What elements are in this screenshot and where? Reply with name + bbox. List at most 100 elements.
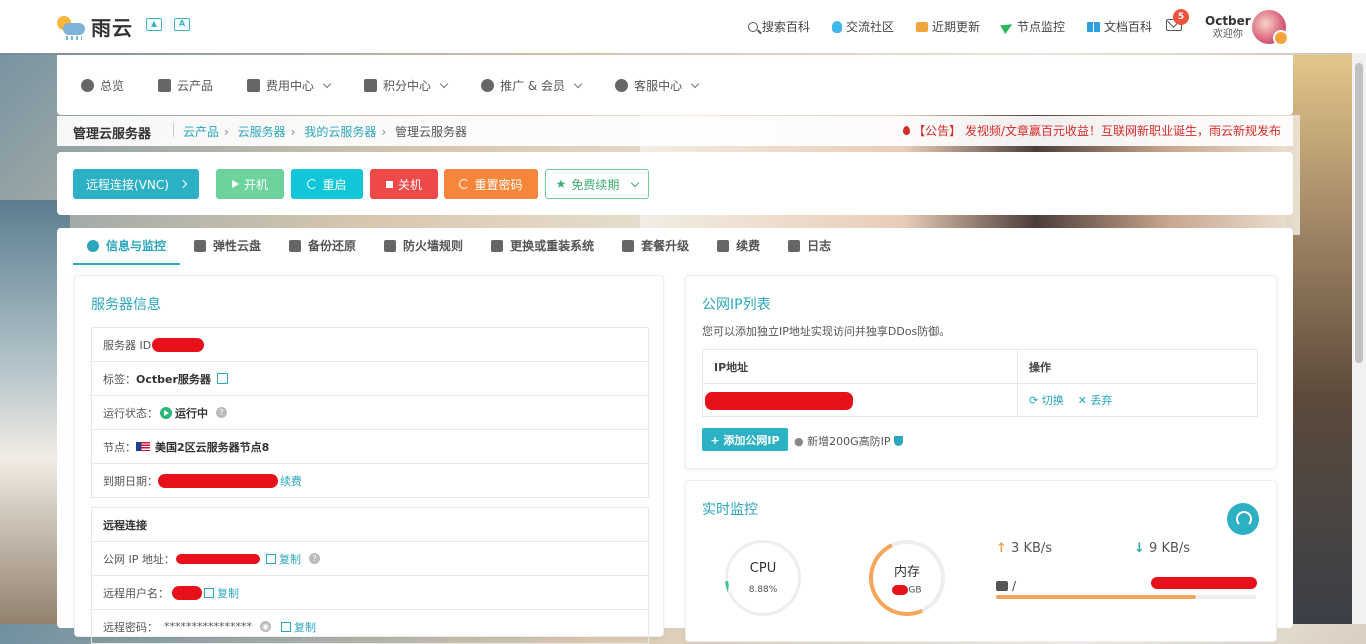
nav-docs[interactable]: 文档百科 xyxy=(1086,18,1152,35)
ddos-ip-note[interactable]: ● 新增200G高防IP xyxy=(794,433,903,449)
user-name: Octber xyxy=(1205,14,1251,28)
restart-button[interactable]: 重启 xyxy=(291,169,363,199)
redacted-value xyxy=(1151,577,1257,589)
page-scrollbar[interactable] xyxy=(1352,53,1366,624)
redacted-value xyxy=(172,585,202,600)
tab-firewall[interactable]: 防火墙规则 xyxy=(370,228,477,263)
disk-usage-bar xyxy=(996,595,1196,599)
copy-ip-button[interactable]: 复制 ? xyxy=(264,551,320,567)
support-headset-icon[interactable] xyxy=(1227,503,1259,535)
add-public-ip-button[interactable]: + 添加公网IP xyxy=(702,428,788,451)
breadcrumb-cloud-servers[interactable]: 云服务器 xyxy=(238,125,286,139)
cpu-label: CPU xyxy=(749,561,777,576)
remote-user-row: 远程用户名： 复制 xyxy=(92,576,648,610)
help-icon[interactable]: ? xyxy=(216,407,227,418)
breadcrumb-my-servers[interactable]: 我的云服务器 xyxy=(304,125,376,139)
tab-elastic-disk[interactable]: 弹性云盘 xyxy=(180,228,275,263)
angle-up-icon xyxy=(622,239,635,252)
book-icon xyxy=(1086,21,1100,32)
remote-heading-row: 远程连接 xyxy=(92,508,648,542)
announcement[interactable]: 【公告】 发视频/文章赢百元收益！互联网新职业诞生，雨云新规发布 xyxy=(903,122,1281,139)
tab-info-monitor[interactable]: 信息与监控 xyxy=(73,228,181,265)
breadcrumb-cloud-products[interactable]: 云产品 xyxy=(183,125,219,139)
tab-label: 套餐升级 xyxy=(641,239,690,253)
breadcrumb-current: 管理云服务器 xyxy=(394,125,467,139)
tab-reinstall[interactable]: 更换或重装系统 xyxy=(477,228,608,263)
tab-label: 更换或重装系统 xyxy=(510,239,595,253)
tab-log[interactable]: 日志 xyxy=(774,228,845,263)
tab-label: 防火墙规则 xyxy=(403,239,464,253)
status-label: 运行状态： xyxy=(103,406,158,420)
chevron-right-icon xyxy=(178,179,188,189)
free-renew-button[interactable]: ★ 免费续期 xyxy=(545,169,649,199)
copy-icon xyxy=(281,621,291,632)
public-ip-panel: 公网IP列表 您可以添加独立IP地址实现访问并独享DDos防御。 IP地址 操作… xyxy=(685,275,1277,469)
renew-link[interactable]: 续费 xyxy=(280,473,302,489)
scrollbar-thumb[interactable] xyxy=(1355,63,1363,363)
status-badge: 运行中 xyxy=(175,406,208,420)
discard-label: 丢弃 xyxy=(1090,394,1113,407)
chevron-down-icon xyxy=(690,79,700,89)
nav-community[interactable]: 交流社区 xyxy=(831,18,894,35)
eye-icon[interactable]: ◉ xyxy=(260,621,271,632)
nav-search-wiki[interactable]: 搜索百科 xyxy=(747,18,810,35)
cubes-icon xyxy=(158,79,172,92)
tab-backup[interactable]: 备份还原 xyxy=(275,228,370,263)
remote-password-label: 远程密码： xyxy=(103,620,158,634)
logo[interactable]: 雨云 xyxy=(57,12,133,41)
discard-ip-button[interactable]: ✕ 丢弃 xyxy=(1078,392,1113,408)
nav-updates[interactable]: 近期更新 xyxy=(915,18,980,35)
list-icon xyxy=(384,239,397,252)
fire-icon xyxy=(903,126,911,135)
us-flag-icon xyxy=(136,442,150,451)
cpu-gauge xyxy=(725,540,801,616)
realtime-monitor-panel: 实时监控 CPU 8.88% 内存 GB ↑ 3 KB/s ↓ 9 KB/s / xyxy=(685,480,1277,642)
menu-referral[interactable]: 推广 & 会员 xyxy=(481,77,583,94)
user-info[interactable]: Octber 欢迎你 xyxy=(1205,15,1251,41)
help-icon[interactable]: ? xyxy=(309,553,320,564)
vnc-button[interactable]: 远程连接(VNC) xyxy=(73,169,199,199)
nav-node-monitor[interactable]: 节点监控 xyxy=(1000,18,1065,35)
memory-unit: GB xyxy=(908,585,922,596)
shutdown-button[interactable]: 关机 xyxy=(370,169,438,199)
copy-password-button[interactable]: 复制 xyxy=(279,619,316,635)
copy-icon xyxy=(266,553,276,564)
translate-icon[interactable]: A xyxy=(174,18,190,31)
copy-user-button[interactable]: 复制 xyxy=(202,585,239,601)
public-ip-row: 公网 IP 地址： 复制 ? xyxy=(92,542,648,576)
menu-label: 推广 & 会员 xyxy=(500,79,566,93)
server-main-panel: 信息与监控 弹性云盘 备份还原 防火墙规则 更换或重装系统 套餐升级 续费 日志… xyxy=(57,228,1293,644)
avatar[interactable] xyxy=(1252,10,1289,46)
nav-label: 搜索百科 xyxy=(761,20,810,34)
server-id-label: 服务器 ID xyxy=(103,338,152,352)
menu-overview[interactable]: 总览 xyxy=(81,77,124,94)
header-tools: ▲ A xyxy=(146,18,190,31)
menu-points[interactable]: 积分中心 xyxy=(364,77,449,94)
menu-support[interactable]: 客服中心 xyxy=(615,77,700,94)
ip-table-header: IP地址 操作 xyxy=(703,350,1257,384)
redacted-value xyxy=(892,585,909,595)
shield-icon xyxy=(893,436,903,446)
switch-ip-button[interactable]: ⟳ 切换 xyxy=(1029,392,1064,408)
image-icon[interactable]: ▲ xyxy=(146,18,162,31)
menu-billing[interactable]: 费用中心 xyxy=(247,77,332,94)
tab-renew[interactable]: 续费 xyxy=(703,228,774,263)
play-circle-icon xyxy=(160,406,172,419)
arrow-up-icon: ↑ xyxy=(996,541,1007,556)
menu-cloud-products[interactable]: 云产品 xyxy=(158,77,213,94)
stop-icon xyxy=(385,180,393,188)
chevron-down-icon xyxy=(631,178,640,187)
free-renew-label: 免费续期 xyxy=(571,177,620,192)
public-ip-label: 公网 IP 地址： xyxy=(103,552,175,566)
tab-upgrade[interactable]: 套餐升级 xyxy=(608,228,703,263)
tab-bar: 信息与监控 弹性云盘 备份还原 防火墙规则 更换或重装系统 套餐升级 续费 日志 xyxy=(73,228,845,265)
reset-password-button[interactable]: 重置密码 xyxy=(444,169,538,199)
nav-label: 近期更新 xyxy=(931,20,980,34)
node-value: 美国2区云服务器节点8 xyxy=(155,440,270,454)
power-on-button[interactable]: 开机 xyxy=(216,169,284,199)
rain-cloud-logo-icon xyxy=(57,14,85,40)
edit-icon[interactable] xyxy=(216,373,228,384)
hdd-icon xyxy=(996,581,1008,591)
top-nav: 搜索百科 交流社区 近期更新 节点监控 文档百科 xyxy=(747,0,1152,53)
tab-label: 弹性云盘 xyxy=(213,239,262,253)
